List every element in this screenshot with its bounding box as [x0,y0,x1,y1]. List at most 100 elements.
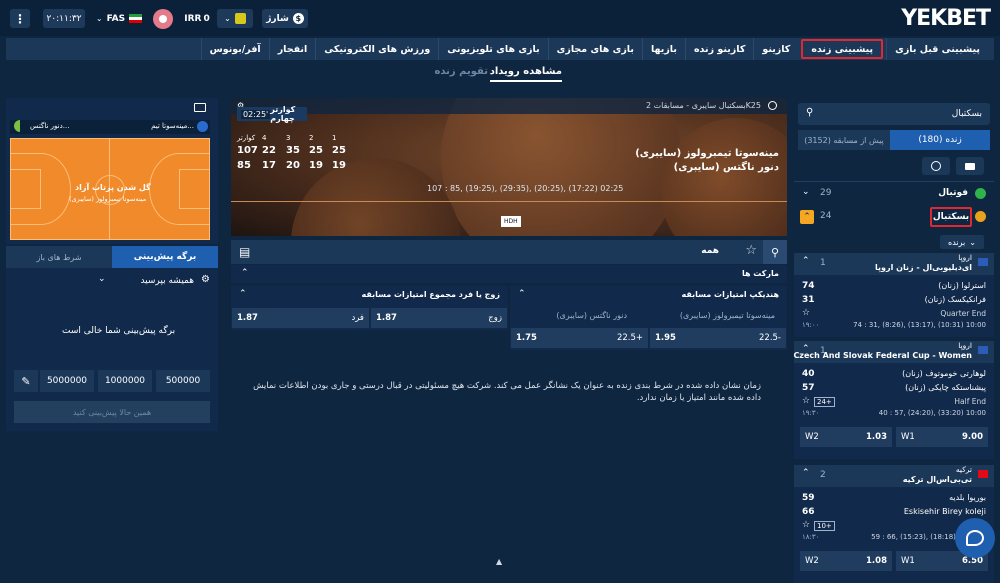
score-cell: 85 [237,160,251,171]
match-tracker: دنور ناگتس... مینه‌سوتا تیم... گل شدن پر… [6,98,218,244]
search-input[interactable]: بسکتبال ⚲ [798,103,990,125]
odds-button[interactable]: W2 1.03 [800,427,892,447]
empty-betslip-message: برگه پیش‌بینی شما خالی است [62,326,176,336]
hd-badge[interactable]: HDH [501,216,521,227]
tab-event-overview[interactable]: مشاهده رویداد [489,66,562,82]
basketball-court: گل شدن پرتاب آزاد مینه‌سوتا تیمبرولوز (س… [10,138,210,240]
scoreboard: کوارتر 4 3 2 1 107 22 35 25 25 85 17 20 19 19 [237,134,347,176]
info-icon[interactable] [768,101,777,110]
odd-even-market: زوج یا فرد مجموع امتیازات مسابقه ⌃ 1.87 ز… [231,286,508,330]
nav-item-2[interactable]: کازینو [753,38,798,60]
odds-button[interactable]: 1.87 فرد [232,308,369,328]
basketball-icon [975,211,986,222]
chevron-up-icon[interactable]: ⌃ [239,289,247,299]
nav-item-5[interactable]: بازی های مجازی [547,38,642,60]
star-icon[interactable]: ☆ [802,396,810,406]
chevron-up-icon[interactable]: ⌃ [800,210,814,224]
star-icon[interactable]: ☆ [802,308,810,318]
team2-name: دنور ناگتس (سایبری) [673,162,779,173]
score-cell: 17 [262,160,276,171]
chevron-up-icon: ⌃ [802,344,810,354]
nav-item-3[interactable]: کازینو زنده [684,38,753,60]
period-badge: 02:25' کوارتر چهارم [237,105,307,123]
match-row[interactable]: 40 57 لوهارتی خوموتوف (زنان) پیشناستکه چایک… [794,365,994,425]
league-header[interactable]: اروپا Czech And Slovak Federal Cup - Wome… [793,341,994,363]
globe-button[interactable] [922,157,950,175]
league-block: اروپا ای‌دیلیوبی‌ال - زنان اروپا 1 ⌃ 74 31 است… [794,253,994,337]
odds-button[interactable]: 1.87 زوج [371,308,507,328]
odds-button[interactable]: W1 9.00 [896,427,988,447]
sports-sidebar: بسکتبال ⚲ زنده (180) پیش از مسابقه (3152… [793,97,994,583]
edit-stakes-button[interactable]: ✎ [14,370,38,392]
place-bet-button[interactable]: همین حالا پیش‌بینی کنید [14,401,210,423]
odds-button[interactable]: 1.95 22.5- [650,328,786,348]
score-cell: 20 [286,160,300,171]
odds-button[interactable]: 1.75 22.5+ [511,328,648,348]
flag-icon [978,470,988,478]
chevron-down-icon: ⌄ [98,274,106,284]
top-bar: ⋮ ۲۰:۱۱:۳۲ ⌄ FAS IRR 0 ⌄ شارژ $ YEKBET [0,0,1000,36]
score-header: کوارتر [237,134,256,142]
score-cell: 19 [332,160,346,171]
basketball-label: بسکتبال [930,207,972,227]
nav-item-0[interactable]: پیشبینی قبل بازی [886,38,988,60]
nav-item-4[interactable]: بازیها [641,38,685,60]
globe-icon [931,161,941,171]
chevron-down-icon: ⌄ [95,14,103,23]
tab-betslip[interactable]: برگه پیش‌بینی [112,246,218,268]
nav-item-7[interactable]: ورزش های الکترونیکی [315,38,438,60]
tracker-teams: دنور ناگتس... مینه‌سوتا تیم... [10,120,210,134]
star-icon[interactable]: ☆ [745,243,757,258]
score-cell: 35 [286,145,300,156]
sport-basketball[interactable]: بسکتبال 24 ⌃ [794,206,994,228]
tracker-icon[interactable] [194,103,206,112]
sport-football[interactable]: فوتبال 29 ⌄ [794,185,994,203]
markets-section[interactable]: مارکت ها ⌃ [231,265,787,283]
odds-change-setting[interactable]: ⚙ همیشه بپرسید ⌄ [6,272,218,290]
pencil-icon: ✎ [21,374,31,388]
betslip: برگه پیش‌بینی شرط های باز ⚙ همیشه بپرسید… [6,246,218,431]
chat-icon [966,530,984,546]
logo[interactable]: YEKBET [901,6,991,31]
match-row[interactable]: 74 31 استرلوا (زنان) فرانکیکسک (زنان) Quarte… [794,277,994,337]
balance-dropdown[interactable]: ⌄ [217,9,253,28]
chevron-up-icon[interactable]: ⌃ [518,289,526,299]
stake-button[interactable]: 5000000 [40,370,94,392]
score-header: 4 [262,134,267,142]
nav-item-9[interactable]: آفر/بونوس [200,38,269,60]
search-icon[interactable]: ⚲ [763,240,787,264]
stake-button[interactable]: 1000000 [98,370,152,392]
menu-button[interactable]: ⋮ [10,9,30,28]
chevron-up-icon: ⌃ [802,256,810,266]
score-cell: 107 [237,145,258,156]
tab-live-calendar[interactable]: تقویم زنده [435,66,489,77]
chat-button[interactable] [955,518,995,558]
tab-open-bets[interactable]: شرط های باز [6,246,112,268]
balance: IRR 0 [184,13,210,24]
team1-name: مینه‌سوتا تیمبرولوز (سایبری) [635,148,779,159]
odds-button[interactable]: W2 1.08 [800,551,892,571]
avatar[interactable] [153,9,173,29]
deposit-button[interactable]: شارژ $ [262,9,308,28]
nav-item-8[interactable]: انفجار [268,38,316,60]
market-filter[interactable]: برنده ⌄ [940,235,984,249]
language-selector[interactable]: ⌄ FAS [93,9,145,28]
team-logo-icon [197,121,208,132]
stake-button[interactable]: 500000 [156,370,210,392]
league-header[interactable]: اروپا ای‌دیلیوبی‌ال - زنان اروپا 1 ⌃ [794,253,994,275]
user-icon [159,15,167,23]
markets-count[interactable]: 24+ [814,397,835,407]
chevron-up-icon[interactable]: ▲ [496,557,502,566]
chevron-down-icon: ⌄ [802,187,810,197]
league-header[interactable]: ترکیه تی‌بی‌اس‌ال ترکیه 2 ⌃ [794,465,994,487]
video-button[interactable] [956,157,984,175]
star-icon[interactable]: ☆ [802,520,810,530]
flag-icon [978,346,988,354]
nav-item-1[interactable]: پیشبینی زنده [801,39,884,59]
filter-all[interactable]: همه [701,246,719,256]
markets-count[interactable]: 10+ [814,521,835,531]
layout-icon[interactable]: ▤ [239,245,250,259]
tab-prematch[interactable]: پیش از مسابقه (3152) [798,130,890,150]
tab-live[interactable]: زنده (180) [890,130,990,150]
nav-item-6[interactable]: بازی های تلویزیونی [438,38,547,60]
